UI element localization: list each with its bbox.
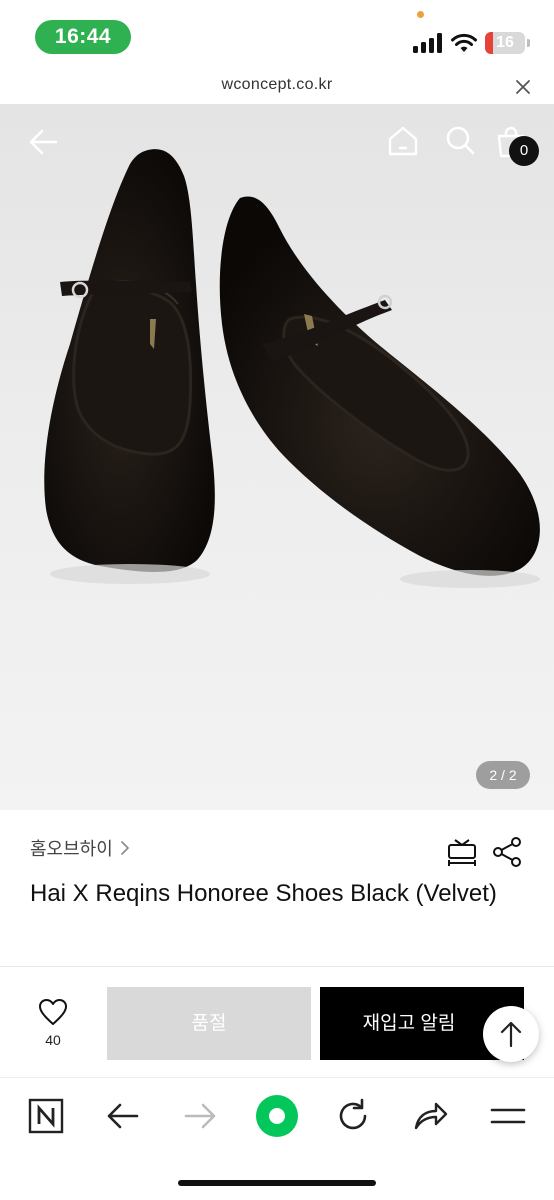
close-icon[interactable] <box>514 78 532 96</box>
sold-out-button[interactable]: 품절 <box>107 987 311 1060</box>
like-button[interactable]: 40 <box>24 998 82 1058</box>
cellular-signal-icon <box>413 33 443 53</box>
forward-icon[interactable] <box>178 1094 222 1138</box>
back-icon[interactable] <box>101 1094 145 1138</box>
url-bar[interactable]: wconcept.co.kr <box>0 70 554 104</box>
green-dot-home-icon[interactable] <box>255 1094 299 1138</box>
brand-link[interactable]: 홈오브하이 <box>30 836 131 860</box>
naver-icon[interactable] <box>24 1094 68 1138</box>
brand-name[interactable]: 홈오브하이 <box>30 835 113 861</box>
arrow-up-icon <box>500 1021 522 1048</box>
share-arrow-icon[interactable] <box>408 1094 452 1138</box>
home-icon[interactable] <box>386 124 420 158</box>
share-icon[interactable] <box>492 836 522 868</box>
battery-icon: 16 <box>485 32 525 54</box>
menu-icon[interactable] <box>486 1094 530 1138</box>
image-counter: 2 / 2 <box>476 761 530 789</box>
mic-indicator-dot <box>417 11 424 18</box>
search-icon[interactable] <box>444 124 476 156</box>
cart-count-badge[interactable]: 0 <box>509 136 539 166</box>
back-arrow-icon[interactable] <box>26 124 62 160</box>
battery-level: 16 <box>496 34 514 51</box>
status-bar: 16:44 16 <box>0 0 554 70</box>
heart-icon[interactable] <box>38 998 68 1026</box>
product-image-gallery[interactable]: 0 2 / 2 <box>0 104 554 810</box>
browser-toolbar <box>0 1077 554 1200</box>
wifi-icon <box>451 33 477 52</box>
size-guide-icon[interactable] <box>446 836 478 868</box>
product-photo <box>0 104 554 810</box>
refresh-icon[interactable] <box>331 1094 375 1138</box>
product-title: Hai X Reqins Honoree Shoes Black (Velvet… <box>30 880 497 907</box>
chevron-right-icon <box>121 841 129 855</box>
home-indicator <box>178 1180 376 1186</box>
divider <box>0 966 554 967</box>
like-count: 40 <box>45 1032 61 1048</box>
url-domain[interactable]: wconcept.co.kr <box>0 76 554 94</box>
status-time: 16:44 <box>35 20 131 54</box>
scroll-to-top-button[interactable] <box>483 1006 539 1062</box>
